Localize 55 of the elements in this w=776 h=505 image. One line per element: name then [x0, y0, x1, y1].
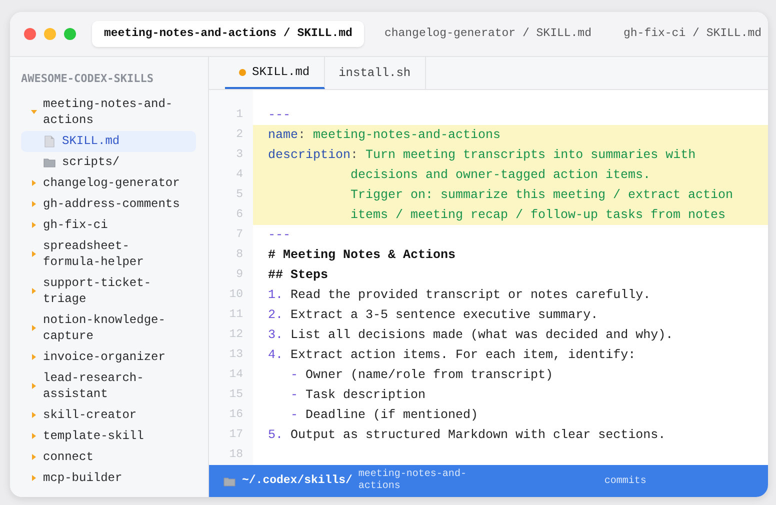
caret-right-icon[interactable] [31, 201, 37, 207]
code-line: --- [267, 107, 292, 124]
folder-icon [43, 156, 56, 168]
sidebar-title: AWESOME-CODEX-SKILLS [21, 71, 154, 87]
status-path: ~/.codex/skills/ [242, 473, 352, 490]
tree-item[interactable]: SKILL.md [21, 130, 196, 152]
code-line: ## Steps [267, 267, 330, 284]
code-line: 2. Extract a 3-5 sentence executive summary. [267, 307, 600, 324]
tree-item[interactable]: lead-research-assistant [21, 368, 196, 404]
code-line: 4. Extract action items. For each item, identify: [267, 347, 637, 364]
window-tab[interactable]: changelog-generator / SKILL.md [372, 21, 604, 47]
caret-down-icon[interactable] [31, 109, 37, 115]
caret-right-icon[interactable] [31, 383, 37, 389]
tree-item[interactable]: meeting-notes-and-actions [21, 94, 196, 130]
tree-item[interactable]: scripts/ [21, 152, 196, 172]
file-icon [43, 134, 56, 148]
code-line: 3. List all decisions made (what was decided and why). [267, 327, 674, 344]
caret-right-icon[interactable] [31, 325, 37, 331]
status-commits: commits [604, 474, 646, 488]
editor-tab[interactable]: SKILL.md [225, 57, 325, 89]
window-tab[interactable]: meeting-notes-and-actions / SKILL.md [92, 21, 364, 47]
zoom-light[interactable] [64, 28, 76, 40]
tree-item[interactable]: template-skill [21, 426, 196, 446]
code-line: - Deadline (if mentioned) [290, 407, 480, 424]
code-line: - Task description [290, 387, 427, 404]
tree-item[interactable]: gh-fix-ci [21, 214, 196, 236]
tree-item[interactable]: support-ticket-triage [21, 272, 196, 310]
tree-item[interactable]: invoice-organizer [21, 346, 196, 368]
minimize-light[interactable] [44, 28, 56, 40]
window-tab[interactable]: gh-fix-ci / SKILL.md [612, 21, 768, 47]
code-line: --- [267, 227, 292, 244]
caret-right-icon[interactable] [31, 433, 37, 439]
code-line: 5. Output as structured Markdown with clear sections. [267, 427, 667, 444]
caret-right-icon[interactable] [31, 251, 37, 257]
tree-item[interactable]: skill-creator [21, 404, 196, 426]
editor-tab[interactable]: install.sh [324, 57, 426, 89]
caret-right-icon[interactable] [31, 222, 37, 228]
code-line: # Meeting Notes & Actions [267, 247, 457, 264]
tree-item[interactable]: gh-address-comments [21, 194, 196, 214]
tree-item[interactable]: mcp-builder [21, 468, 196, 488]
status-skill: meeting-notes-and-actions [358, 469, 468, 493]
caret-right-icon[interactable] [31, 180, 37, 186]
tree-item[interactable]: changelog-generator [21, 172, 196, 194]
tree-item[interactable]: spreadsheet-formula-helper [21, 236, 196, 272]
caret-right-icon[interactable] [31, 354, 37, 360]
code-line: 1. Read the provided transcript or notes carefully. [267, 287, 652, 304]
tree-item[interactable]: connect [21, 446, 196, 468]
caret-right-icon[interactable] [31, 412, 37, 418]
tree-item[interactable]: notion-knowledge-capture [21, 310, 196, 346]
folder-icon [223, 474, 236, 488]
caret-right-icon[interactable] [31, 288, 37, 294]
close-light[interactable] [24, 28, 36, 40]
caret-right-icon[interactable] [31, 475, 37, 481]
caret-right-icon[interactable] [31, 454, 37, 460]
code-line: - Owner (name/role from transcript) [290, 367, 554, 384]
